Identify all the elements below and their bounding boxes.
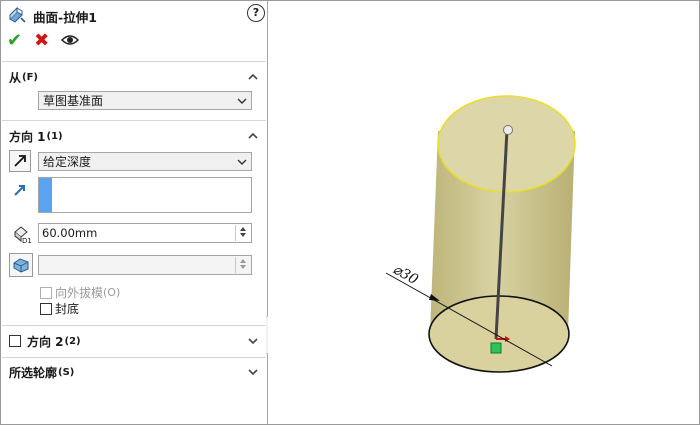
- end-condition-value: 给定深度: [43, 155, 92, 169]
- section-from-shortcut: (F): [22, 71, 38, 83]
- section-direction2-label: 方向 2: [27, 334, 64, 349]
- depth-value: 60.00mm: [42, 226, 98, 240]
- section-selected-contours-header[interactable]: 所选轮廓 (S): [9, 363, 261, 381]
- draft-icon: [13, 258, 29, 273]
- chevron-down-icon: [237, 98, 247, 104]
- depth-icon: D1: [11, 224, 33, 247]
- start-condition-value: 草图基准面: [43, 94, 104, 108]
- reverse-direction-icon: [14, 155, 26, 167]
- direction2-checkbox[interactable]: [9, 335, 27, 347]
- feature-title: 曲面-拉伸1: [33, 9, 97, 25]
- property-manager: 曲面-拉伸1 ? ✔ ✖ 从 (F) 草图基准面 方向 1 (1) 给定深度 D…: [1, 1, 267, 424]
- start-condition-select[interactable]: 草图基准面: [38, 91, 252, 110]
- direction-vector-selection-box[interactable]: [38, 177, 252, 213]
- model-preview: ⌀30: [385, 95, 576, 373]
- draft-outward-shortcut: (O): [103, 286, 121, 299]
- direction-vector-icon: [12, 182, 28, 201]
- feature-surface-extrude-icon: [7, 6, 27, 26]
- section-direction2-shortcut: (2): [64, 335, 81, 347]
- chevron-up-icon[interactable]: [247, 130, 259, 142]
- help-icon[interactable]: ?: [247, 4, 265, 22]
- property-manager-title-bar: 曲面-拉伸1: [7, 4, 261, 28]
- preview-eye-icon[interactable]: [61, 33, 80, 50]
- chevron-down-icon[interactable]: [247, 335, 259, 347]
- reverse-direction-button[interactable]: [9, 150, 31, 172]
- cap-end-label: 封底: [55, 302, 80, 316]
- svg-text:D1: D1: [22, 237, 32, 244]
- chevron-down-icon: [237, 159, 247, 165]
- section-direction1-label: 方向 1: [9, 129, 46, 144]
- section-selected-contours-shortcut: (S): [58, 366, 75, 378]
- divider: [2, 61, 266, 62]
- chevron-up-icon[interactable]: [247, 71, 259, 83]
- draft-outward-label: 向外拔模: [55, 286, 104, 300]
- section-direction1-header[interactable]: 方向 1 (1): [9, 127, 261, 145]
- confirm-check-icon[interactable]: ✔: [7, 32, 22, 50]
- draft-toggle-button[interactable]: [9, 253, 33, 277]
- draft-outward-checkbox: 向外拔模 (O): [40, 284, 120, 301]
- cap-end-checkbox[interactable]: 封底: [40, 300, 79, 317]
- end-condition-select[interactable]: 给定深度: [38, 152, 252, 171]
- cancel-x-icon[interactable]: ✖: [34, 32, 49, 50]
- checkbox[interactable]: [9, 335, 21, 347]
- draft-angle-input: [38, 255, 252, 275]
- section-direction1-shortcut: (1): [46, 130, 63, 142]
- section-selected-contours-label: 所选轮廓: [9, 365, 58, 380]
- checkbox: [40, 286, 52, 299]
- divider: [2, 357, 266, 358]
- depth-spinner[interactable]: [235, 225, 250, 241]
- draft-angle-spinner: [235, 257, 250, 273]
- action-buttons: ✔ ✖: [7, 32, 80, 50]
- divider: [2, 325, 266, 326]
- origin-marker-icon: [490, 342, 502, 354]
- section-from-label: 从: [9, 70, 22, 85]
- drag-handle[interactable]: [503, 125, 513, 135]
- graphics-viewport[interactable]: ⌀30: [268, 1, 698, 423]
- section-from-header[interactable]: 从 (F): [9, 68, 261, 86]
- chevron-down-icon[interactable]: [247, 366, 259, 378]
- depth-input[interactable]: 60.00mm: [38, 223, 252, 243]
- divider: [2, 120, 266, 121]
- checkbox[interactable]: [40, 302, 52, 315]
- section-direction2-header[interactable]: 方向 2 (2): [9, 332, 261, 350]
- selection-focus-indicator: [39, 178, 52, 212]
